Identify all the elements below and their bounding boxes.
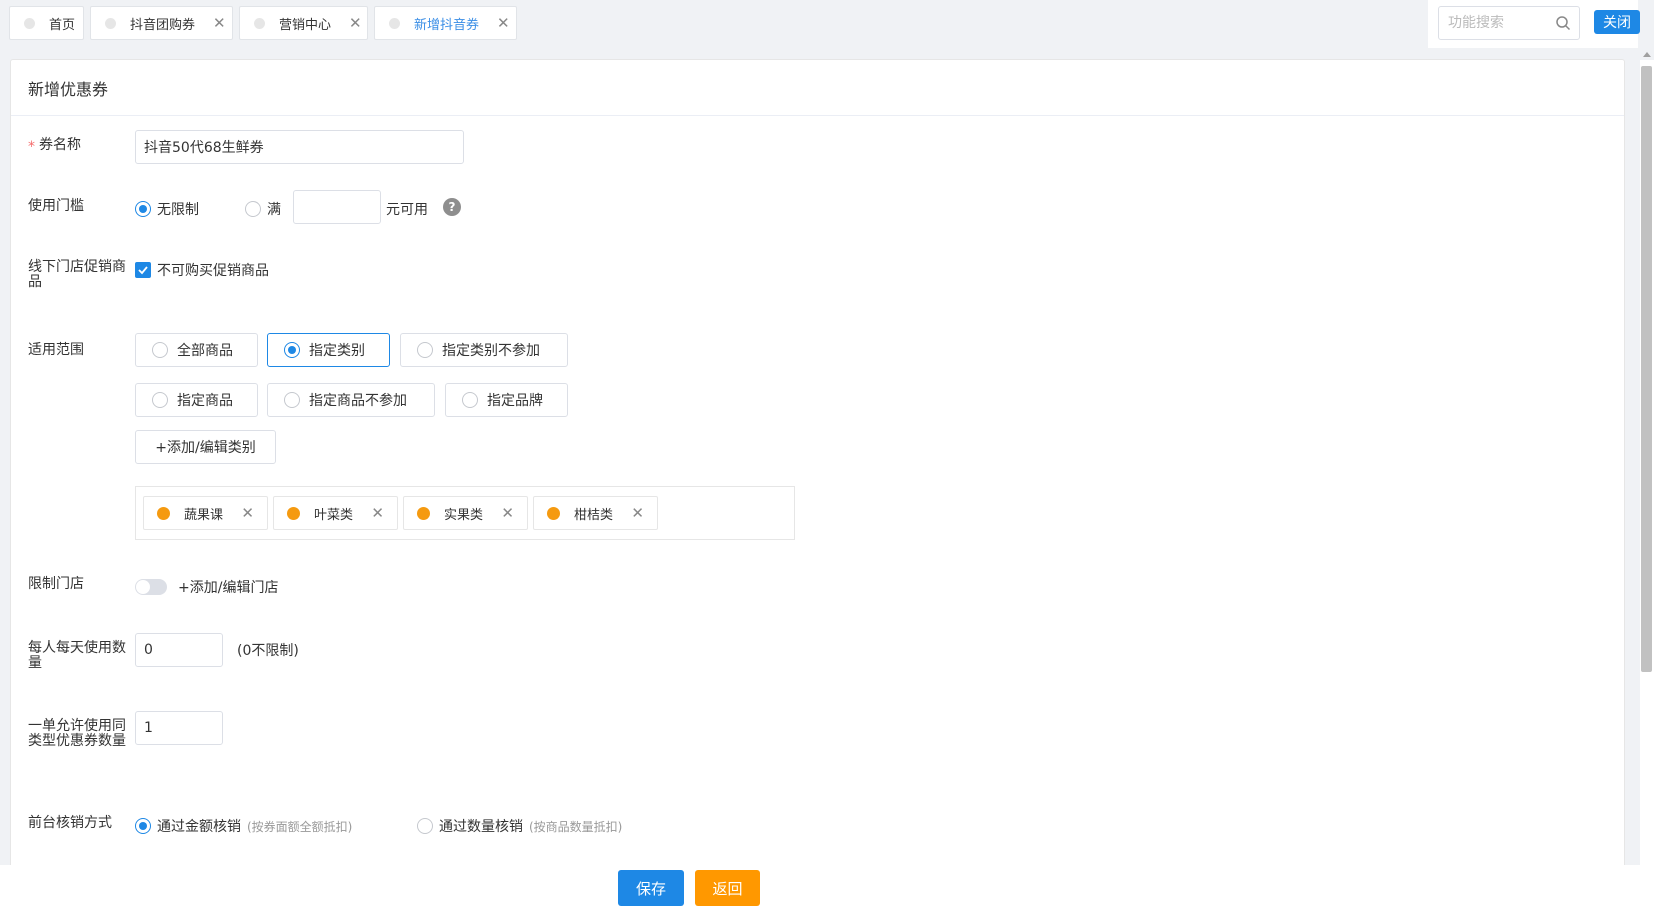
option-label: 指定品牌	[487, 393, 543, 409]
function-search	[1438, 6, 1580, 40]
threshold-unlimited-radio[interactable]: 无限制	[135, 199, 199, 219]
tag-dot	[287, 506, 300, 520]
radio-circle	[135, 818, 151, 834]
tab-marketing-center[interactable]: 营销中心 ✕	[239, 6, 368, 40]
scope-option-exclude-category[interactable]: 指定类别不参加	[400, 333, 568, 367]
tab-status-dot	[389, 17, 400, 29]
close-icon[interactable]: ✕	[497, 15, 510, 31]
tab-bar: 首页 抖音团购券 ✕ 营销中心 ✕ 新增抖音券 ✕ 关闭	[0, 0, 1654, 48]
radio-hint: (按券面额全额抵扣)	[247, 819, 353, 834]
search-icon[interactable]	[1555, 15, 1571, 31]
tab-status-dot	[105, 17, 116, 29]
radio-circle	[152, 342, 168, 358]
tag-label: 蔬果课	[184, 507, 224, 523]
scroll-up-arrow-icon[interactable]	[1643, 52, 1651, 57]
add-edit-category-button[interactable]: +添加/编辑类别	[135, 430, 276, 464]
option-label: 指定商品不参加	[309, 393, 407, 409]
offline-promo-label: 线下门店促销商品	[28, 259, 126, 290]
save-button[interactable]: 保存	[618, 870, 684, 906]
radio-label: 通过金额核销	[157, 819, 241, 835]
tab-douyin-group-coupon[interactable]: 抖音团购券 ✕	[90, 6, 233, 40]
option-label: 指定类别	[309, 343, 365, 359]
help-icon[interactable]: ?	[443, 198, 461, 216]
category-tag: 叶菜类 ✕	[273, 496, 398, 530]
add-edit-store-link[interactable]: +添加/编辑门店	[178, 577, 278, 597]
radio-hint: (按商品数量抵扣)	[529, 819, 623, 834]
threshold-label: 使用门槛	[28, 198, 84, 214]
option-label: 全部商品	[177, 343, 233, 359]
close-icon[interactable]: ✕	[241, 504, 254, 522]
radio-circle	[417, 818, 433, 834]
radio-circle	[152, 392, 168, 408]
radio-circle	[462, 392, 478, 408]
radio-circle	[284, 342, 300, 358]
selected-category-tags: 蔬果课 ✕ 叶菜类 ✕ 实果类 ✕ 柑桔类 ✕	[135, 486, 795, 540]
tab-home[interactable]: 首页	[9, 6, 84, 40]
footer-bar	[0, 865, 1640, 909]
store-limit-label: 限制门店	[28, 576, 84, 592]
search-area: 关闭	[1428, 0, 1640, 48]
radio-label: 满	[267, 202, 281, 218]
checkbox-label: 不可购买促销商品	[157, 263, 269, 279]
store-limit-switch[interactable]	[135, 579, 167, 595]
page-title: 新增优惠券	[11, 60, 1624, 116]
daily-limit-hint: (0不限制)	[237, 643, 299, 659]
daily-limit-input[interactable]	[135, 633, 223, 667]
name-label: * 券名称	[28, 137, 81, 155]
scope-label: 适用范围	[28, 342, 84, 358]
scope-option-brand[interactable]: 指定品牌	[445, 383, 568, 417]
threshold-suffix: 元可用	[386, 202, 428, 218]
tag-dot	[547, 506, 560, 520]
close-icon[interactable]: ✕	[501, 504, 514, 522]
tag-dot	[157, 506, 170, 520]
tab-label: 抖音团购券	[130, 17, 196, 33]
tab-status-dot	[254, 17, 265, 29]
per-order-input[interactable]	[135, 711, 223, 745]
verify-by-quantity-radio[interactable]: 通过数量核销 (按商品数量抵扣)	[417, 816, 622, 836]
tab-label: 新增抖音券	[414, 17, 480, 33]
radio-circle	[245, 201, 261, 217]
close-all-button[interactable]: 关闭	[1594, 10, 1640, 34]
option-label: 指定类别不参加	[442, 343, 540, 359]
category-tag: 实果类 ✕	[403, 496, 528, 530]
coupon-form-card: 新增优惠券 *券名称 使用门槛 无限制 满 元可用 ? 线下门店促销商品 不可购…	[10, 59, 1625, 889]
category-tag: 蔬果课 ✕	[143, 496, 268, 530]
tag-label: 实果类	[444, 507, 484, 523]
radio-label: 无限制	[157, 202, 199, 218]
scope-option-category[interactable]: 指定类别	[267, 333, 390, 367]
tab-label: 营销中心	[279, 17, 332, 33]
verify-method-label: 前台核销方式	[28, 815, 112, 831]
tag-dot	[417, 506, 430, 520]
option-label: 指定商品	[177, 393, 233, 409]
back-button[interactable]: 返回	[695, 870, 760, 906]
tab-label: 首页	[49, 17, 76, 33]
tag-label: 叶菜类	[314, 507, 354, 523]
close-icon[interactable]: ✕	[213, 15, 226, 31]
close-icon[interactable]: ✕	[631, 504, 644, 522]
radio-circle	[284, 392, 300, 408]
tab-new-douyin-coupon[interactable]: 新增抖音券 ✕	[374, 6, 517, 40]
coupon-name-input[interactable]	[135, 130, 464, 164]
per-order-label: 一单允许使用同类型优惠券数量	[28, 718, 126, 749]
scrollbar-thumb[interactable]	[1641, 66, 1652, 672]
scope-option-product[interactable]: 指定商品	[135, 383, 258, 417]
scope-option-exclude-product[interactable]: 指定商品不参加	[267, 383, 435, 417]
required-asterisk: *	[28, 139, 35, 155]
radio-circle	[135, 201, 151, 217]
threshold-amount-input[interactable]	[293, 190, 381, 224]
radio-label: 通过数量核销	[439, 819, 523, 835]
checkmark-icon	[135, 262, 151, 278]
tab-status-dot	[24, 17, 35, 29]
verify-by-amount-radio[interactable]: 通过金额核销 (按券面额全额抵扣)	[135, 816, 352, 836]
daily-limit-label: 每人每天使用数量	[28, 640, 126, 671]
tag-label: 柑桔类	[574, 507, 614, 523]
close-icon[interactable]: ✕	[349, 15, 362, 31]
no-promo-checkbox[interactable]: 不可购买促销商品	[135, 260, 269, 280]
scope-option-all[interactable]: 全部商品	[135, 333, 258, 367]
threshold-full-radio[interactable]: 满	[245, 199, 281, 219]
radio-circle	[417, 342, 433, 358]
close-icon[interactable]: ✕	[371, 504, 384, 522]
category-tag: 柑桔类 ✕	[533, 496, 658, 530]
function-search-input[interactable]	[1439, 7, 1549, 39]
